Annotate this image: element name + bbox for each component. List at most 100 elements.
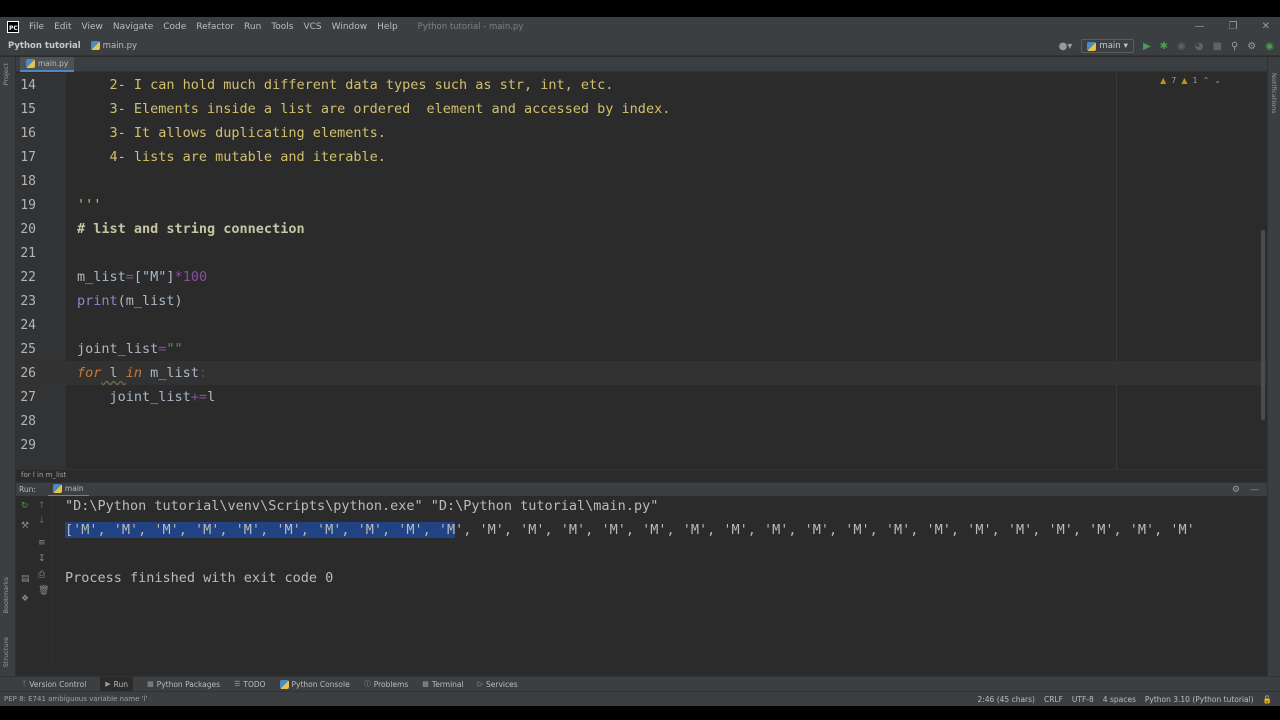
indent-setting[interactable]: 4 spaces [1103, 695, 1136, 704]
settings-icon[interactable]: ⚙ [1247, 41, 1256, 52]
tool-problems[interactable]: ⓘ Problems [364, 679, 409, 689]
editor-scrollbar[interactable] [1261, 230, 1265, 420]
console-exit-message: Process finished with exit code 0 [65, 570, 334, 586]
restore-icon[interactable]: ❐ [1229, 21, 1238, 32]
string-literal: "" [166, 341, 183, 357]
scroll-to-end-icon[interactable]: ↧ [38, 554, 46, 564]
inspection-widget[interactable]: ▲ 7 ▲ 1 ⌃ ⌄ [1160, 76, 1221, 85]
identifier: m_list [77, 269, 126, 285]
menu-edit[interactable]: Edit [54, 22, 71, 32]
code-line: 20 # list and string connection [16, 217, 1267, 241]
tab-main-py[interactable]: main.py [20, 57, 75, 72]
menu-file[interactable]: File [29, 22, 44, 32]
code-line: 24 [16, 313, 1267, 337]
selected-output: ['M', 'M', 'M', 'M', 'M', 'M', 'M', 'M',… [65, 522, 456, 538]
run-tab-main[interactable]: main [47, 483, 89, 497]
tool-python-packages[interactable]: ▦ Python Packages [147, 680, 220, 689]
stop-icon[interactable]: ■ [1213, 41, 1222, 52]
bookmarks-tool-window-label[interactable]: Bookmarks [2, 577, 10, 613]
down-arrow-icon[interactable]: ↓ [38, 516, 46, 526]
code-editor[interactable]: 14 2- I can hold much different data typ… [16, 73, 1267, 469]
identifier: joint_list [77, 389, 191, 405]
chevron-up-icon[interactable]: ⌃ [1203, 76, 1210, 85]
soft-wrap-icon[interactable]: ≡ [38, 538, 46, 548]
tool-label: Services [485, 679, 518, 689]
tool-label: Version Control [29, 679, 87, 689]
tool-label: Terminal [431, 679, 464, 689]
operator: += [190, 389, 208, 405]
weak-warning-icon: ▲ [1181, 76, 1188, 85]
run-icon[interactable]: ▶ [1143, 41, 1151, 52]
menu-refactor[interactable]: Refactor [196, 22, 234, 32]
keyword: for [77, 365, 102, 381]
minimize-panel-icon[interactable]: — [1250, 485, 1259, 495]
status-message[interactable]: PEP 8: E741 ambiguous variable name 'l' [4, 695, 147, 703]
editor-breadcrumb[interactable]: for l in m_list [16, 469, 1267, 481]
tool-services[interactable]: ▷ Services [478, 680, 518, 689]
code-line: 17 4- lists are mutable and iterable. [16, 145, 1267, 169]
file-encoding[interactable]: UTF-8 [1072, 695, 1094, 704]
minimize-icon[interactable]: — [1195, 21, 1205, 32]
line-number: 14 [20, 77, 36, 93]
up-arrow-icon[interactable]: ↑ [38, 501, 46, 511]
branch-icon: ᛉ [22, 680, 27, 688]
profile-icon[interactable]: ◕ [1195, 41, 1204, 52]
search-icon[interactable]: ⚲ [1231, 41, 1238, 52]
tool-label: Problems [373, 679, 409, 689]
code-line: 21 [16, 241, 1267, 265]
run-console[interactable]: "D:\Python tutorial\venv\Scripts\python.… [52, 496, 1267, 686]
run-config-selector[interactable]: main ▾ [1081, 39, 1134, 53]
problems-icon: ⓘ [363, 680, 371, 688]
menu-run[interactable]: Run [244, 22, 261, 32]
console-output: ['M', 'M', 'M', 'M', 'M', 'M', 'M', 'M',… [65, 522, 1195, 538]
print-icon[interactable]: ⎙ [38, 570, 45, 580]
gear-icon[interactable]: ⚙ [1232, 485, 1240, 495]
number-literal: 100 [182, 269, 208, 285]
pin-icon[interactable]: ❖ [21, 594, 29, 604]
interpreter-selector[interactable]: Python 3.10 (Python tutorial) [1145, 695, 1254, 704]
line-number: 21 [20, 245, 36, 261]
menu-view[interactable]: View [82, 22, 103, 32]
operator: = [125, 269, 134, 285]
menu-help[interactable]: Help [377, 22, 398, 32]
debug-icon[interactable]: ✱ [1160, 41, 1168, 52]
user-icon[interactable]: ●▾ [1059, 41, 1073, 52]
tool-python-console[interactable]: Python Console [279, 679, 350, 689]
code-line: 28 [16, 409, 1267, 433]
wrench-icon[interactable]: ⚒ [21, 521, 29, 531]
caret-position[interactable]: 2:46 (45 chars) [977, 695, 1034, 704]
breadcrumb-project[interactable]: Python tutorial [8, 41, 81, 51]
chevron-down-icon[interactable]: ⌄ [1214, 76, 1221, 85]
code-line-current: 26 for l in m_list: [16, 361, 1267, 385]
jetbrains-toolbox-icon[interactable]: ◉ [1265, 41, 1274, 52]
code-text: for l in m_list: [77, 365, 207, 381]
layout-icon[interactable]: ▤ [21, 574, 30, 584]
tool-label: Run [113, 679, 129, 689]
breadcrumb-file[interactable]: main.py [90, 41, 137, 51]
menu-window[interactable]: Window [332, 22, 368, 32]
line-number: 19 [20, 197, 36, 213]
rerun-icon[interactable]: ↻ [21, 501, 29, 511]
structure-tool-window-label[interactable]: Structure [2, 637, 10, 667]
trash-icon[interactable]: 🗑 [38, 586, 49, 596]
close-icon[interactable]: ✕ [1262, 21, 1270, 32]
line-number: 26 [20, 365, 36, 381]
output-rest: ', 'M', 'M', 'M', 'M', 'M', 'M', 'M', 'M… [455, 522, 1195, 538]
list-icon: ☰ [234, 680, 241, 688]
tool-terminal[interactable]: ▩ Terminal [422, 680, 463, 689]
notifications-tool-window-label[interactable]: Notifications [1270, 73, 1278, 114]
coverage-icon[interactable]: ◉ [1177, 41, 1186, 52]
run-toolbar: ↻ ⚒ ▤ ❖ [16, 496, 34, 666]
lock-icon[interactable]: 🔓 [1263, 695, 1272, 704]
project-tool-window-label[interactable]: Project [2, 63, 10, 85]
tool-version-control[interactable]: ᛉ Version Control [22, 680, 86, 689]
line-separator[interactable]: CRLF [1044, 695, 1063, 704]
python-config-icon [1087, 41, 1097, 51]
menu-vcs[interactable]: VCS [303, 22, 321, 32]
tool-run[interactable]: ▶ Run [100, 676, 134, 692]
menu-code[interactable]: Code [163, 22, 186, 32]
tool-todo[interactable]: ☰ TODO [234, 680, 265, 689]
navbar-actions: ●▾ main ▾ ▶ ✱ ◉ ◕ ■ ⚲ ⚙ ◉ [1059, 36, 1274, 56]
menu-tools[interactable]: Tools [271, 22, 293, 32]
menu-navigate[interactable]: Navigate [113, 22, 153, 32]
